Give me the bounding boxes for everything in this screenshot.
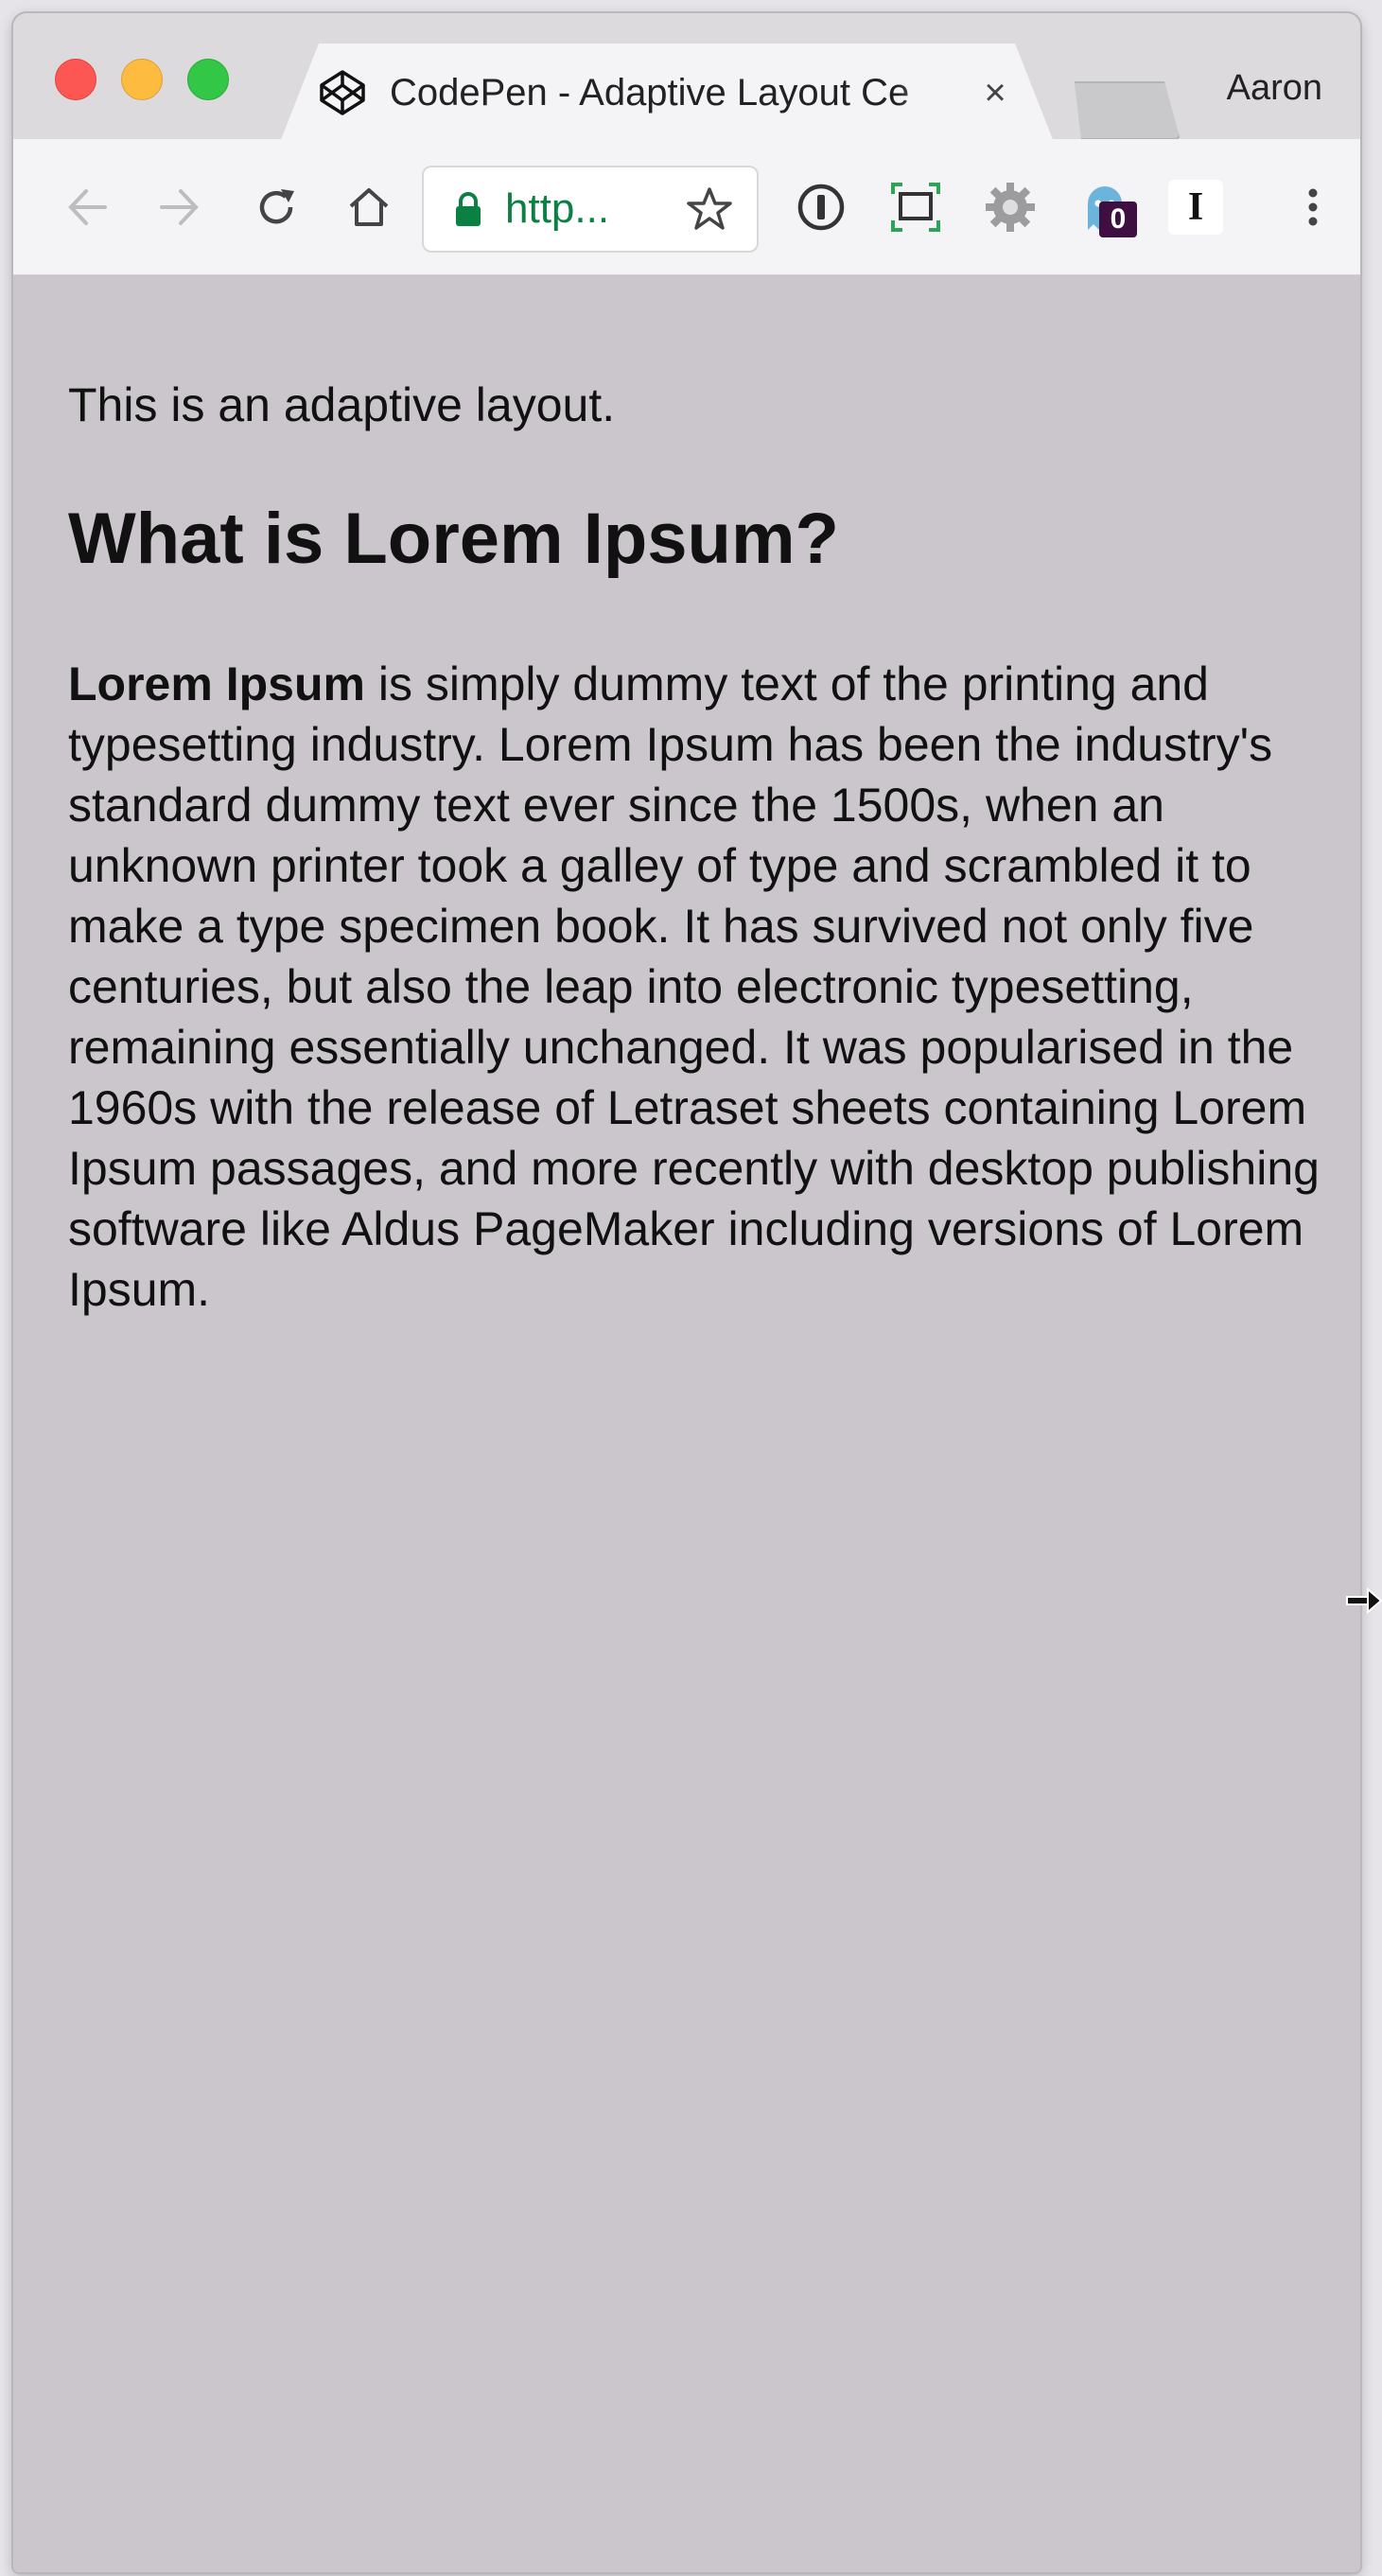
page-content: This is an adaptive layout. What is Lore… — [68, 374, 1336, 1320]
reload-icon[interactable] — [242, 173, 310, 241]
window-close-button[interactable] — [55, 59, 96, 100]
resize-cursor-icon — [1346, 1586, 1382, 1615]
page-heading: What is Lorem Ipsum? — [68, 499, 839, 579]
browser-toolbar: http... 0 I — [13, 139, 1360, 276]
instapaper-icon[interactable]: I — [1162, 173, 1230, 241]
tab-strip: CodePen - Adaptive Layout Ce × Aaron — [13, 13, 1360, 142]
screenshot-icon[interactable] — [882, 173, 950, 241]
lorem-paragraph: Lorem Ipsum is simply dummy text of the … — [68, 654, 1336, 1320]
profile-name[interactable]: Aaron — [1227, 68, 1322, 109]
tab-close-icon[interactable]: × — [974, 72, 1016, 114]
active-tab-content[interactable]: CodePen - Adaptive Layout Ce × — [316, 44, 1035, 142]
star-icon[interactable] — [677, 177, 742, 241]
forward-icon[interactable] — [146, 173, 214, 241]
lock-icon — [452, 187, 484, 231]
ghostery-icon[interactable]: 0 — [1071, 173, 1139, 241]
instapaper-letter: I — [1168, 180, 1223, 235]
new-tab-button[interactable] — [1074, 81, 1181, 140]
home-icon[interactable] — [335, 173, 403, 241]
window-maximize-button[interactable] — [187, 59, 229, 100]
page-viewport: This is an adaptive layout. What is Lore… — [13, 275, 1360, 2572]
paragraph-bold-lead: Lorem Ipsum — [68, 657, 365, 710]
onepassword-icon[interactable] — [787, 173, 855, 241]
address-bar[interactable]: http... — [422, 166, 759, 253]
codepen-icon — [316, 66, 369, 119]
url-text: http... — [505, 185, 610, 232]
paragraph-body: is simply dummy text of the printing and… — [68, 657, 1320, 1316]
menu-icon[interactable] — [1279, 173, 1347, 241]
back-icon[interactable] — [53, 173, 121, 241]
intro-text: This is an adaptive layout. — [68, 378, 616, 431]
window-minimize-button[interactable] — [121, 59, 163, 100]
browser-window: CodePen - Adaptive Layout Ce × Aaron htt… — [13, 13, 1360, 2572]
tab-title: CodePen - Adaptive Layout Ce — [390, 71, 910, 114]
gear-icon[interactable] — [976, 173, 1044, 241]
ghostery-badge-count: 0 — [1099, 202, 1137, 237]
